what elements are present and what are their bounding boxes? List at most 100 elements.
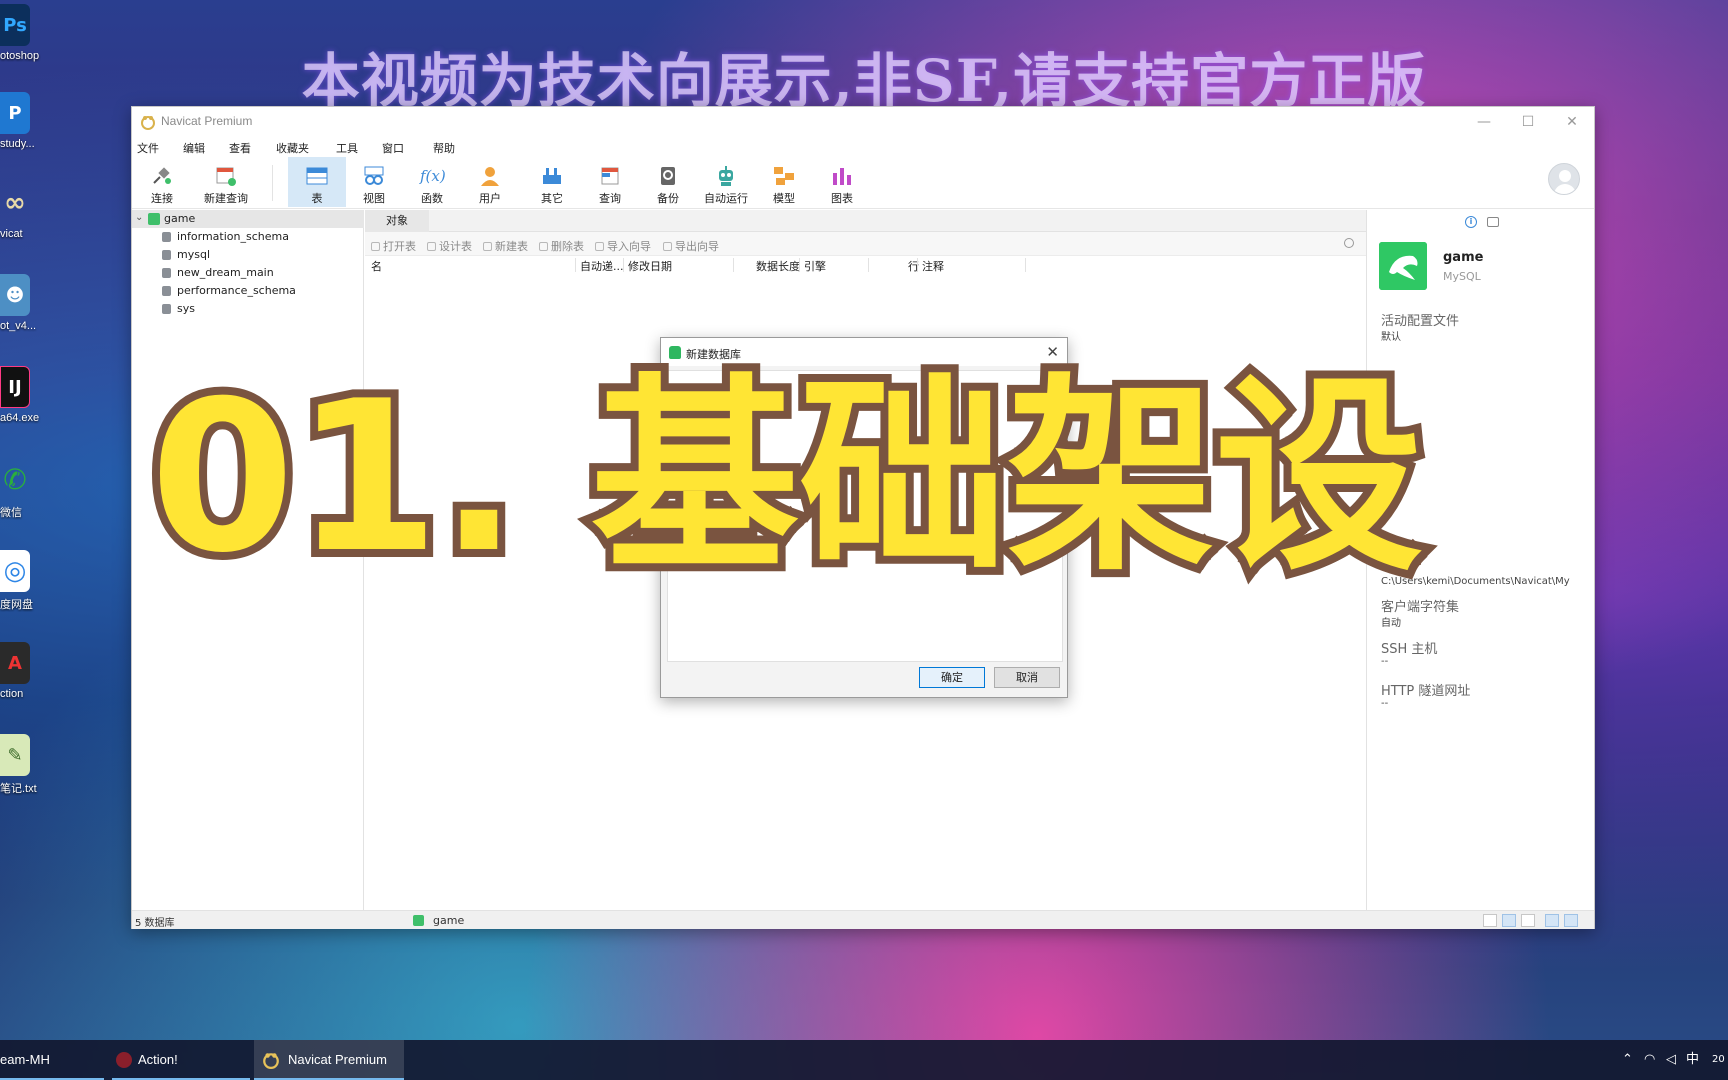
desktop-icon-label: study...	[0, 138, 35, 150]
toolbar-query-button[interactable]: 查询	[584, 157, 636, 207]
new-table-button[interactable]: 新建表	[483, 238, 528, 254]
nav-pane-toggle-icon[interactable]	[1545, 914, 1559, 927]
clock[interactable]: 20	[1712, 1040, 1725, 1080]
desktop-icon-wechat[interactable]: ✆ 微信	[0, 454, 48, 538]
cancel-button[interactable]: 取消	[994, 667, 1060, 688]
desktop-icon-photoshop[interactable]: Ps otoshop	[0, 0, 48, 84]
close-button[interactable]: ✕	[1550, 107, 1594, 137]
table-icon	[306, 167, 328, 185]
toolbar-view-button[interactable]: 视图	[348, 157, 400, 207]
toolbar-connect-button[interactable]: 连接	[136, 157, 188, 207]
toolbar-new-query-button[interactable]: 新建查询	[194, 157, 258, 207]
column-divider	[868, 258, 869, 272]
new-table-label: 新建表	[495, 240, 528, 253]
wifi-icon[interactable]: ◠	[1644, 1040, 1655, 1080]
user-avatar[interactable]	[1548, 163, 1580, 195]
column-divider	[917, 258, 918, 272]
tree-db-label: sys	[177, 302, 195, 315]
toolbar-backup-button[interactable]: 备份	[642, 157, 694, 207]
photoshop-icon: Ps	[0, 4, 30, 46]
view-icon	[364, 166, 384, 185]
column-name[interactable]: 名	[371, 258, 382, 274]
grid-view-icon[interactable]	[1483, 914, 1497, 927]
menu-help[interactable]: 帮助	[433, 140, 455, 156]
desktop-icon-idea[interactable]: IJ a64.exe	[0, 362, 48, 446]
column-comment[interactable]: 注释	[922, 258, 944, 274]
column-divider	[623, 258, 624, 272]
chevron-up-icon[interactable]: ⌃	[1622, 1040, 1633, 1080]
desktop-icon-label: 微信	[0, 507, 22, 519]
desktop-icon-label: ot_v4...	[0, 320, 37, 332]
toolbar-user-button[interactable]: 用户	[464, 157, 516, 207]
connection-type: MySQL	[1443, 270, 1481, 283]
design-table-button[interactable]: 设计表	[427, 238, 472, 254]
desktop-icon-godot[interactable]: ☻ ot_v4...	[0, 270, 48, 354]
chevron-down-icon[interactable]: ⌄	[135, 212, 143, 223]
tree-db-performance-schema[interactable]: performance_schema	[132, 282, 364, 300]
minimize-button[interactable]: —	[1462, 107, 1506, 137]
ok-button[interactable]: 确定	[919, 667, 985, 688]
info-icon[interactable]: i	[1465, 216, 1477, 228]
mysql-dolphin-icon	[1379, 242, 1427, 290]
object-toolbar: 打开表 设计表 新建表 删除表 导入向导 导出向导	[365, 232, 1366, 256]
detail-view-icon[interactable]	[1521, 914, 1535, 927]
tree-db-information-schema[interactable]: information_schema	[132, 228, 364, 246]
menu-favorites[interactable]: 收藏夹	[276, 140, 309, 156]
tab-objects[interactable]: 对象	[365, 210, 429, 232]
taskbar-item-navicat[interactable]: Navicat Premium	[254, 1040, 404, 1080]
desktop-icon-action[interactable]: A ction	[0, 638, 48, 722]
toolbar-table-button[interactable]: 表	[288, 157, 346, 207]
desktop-icon-navicat[interactable]: ∞ vicat	[0, 178, 48, 262]
tree-db-new-dream-main[interactable]: new_dream_main	[132, 264, 364, 282]
connection-name: game	[1443, 250, 1484, 265]
database-icon	[162, 304, 171, 314]
column-data-length[interactable]: 数据长度	[756, 258, 800, 274]
table-column-header: 名 自动递... 修改日期 数据长度 引擎 行 注释	[365, 256, 1366, 274]
info-pane-toggle-icon[interactable]	[1564, 914, 1578, 927]
column-engine[interactable]: 引擎	[804, 258, 826, 274]
status-connection: game	[433, 914, 465, 927]
column-divider	[575, 258, 576, 272]
toolbar-automation-button[interactable]: 自动运行	[700, 157, 752, 207]
toolbar-other-button[interactable]: 其它	[526, 157, 578, 207]
import-wizard-button[interactable]: 导入向导	[595, 238, 651, 254]
toolbar-function-button[interactable]: f(x) 函数	[406, 157, 458, 207]
desktop-icons: Ps otoshop P study... ∞ vicat ☻ ot_v4...…	[0, 0, 48, 1040]
menu-file[interactable]: 文件	[137, 140, 159, 156]
tree-connection-game[interactable]: ⌄ game	[132, 210, 364, 228]
desktop-icon-phpstudy[interactable]: P study...	[0, 88, 48, 172]
column-divider	[733, 258, 734, 272]
title-bar[interactable]: Navicat Premium — ☐ ✕	[132, 107, 1594, 137]
menu-window[interactable]: 窗口	[382, 140, 404, 156]
desktop-icon-baidunetdisk[interactable]: ◎ 度网盘	[0, 546, 48, 630]
phpstudy-icon: P	[0, 92, 30, 134]
menu-view[interactable]: 查看	[229, 140, 251, 156]
search-icon[interactable]	[1344, 238, 1354, 248]
toolbar-chart-button[interactable]: 图表	[816, 157, 868, 207]
list-view-icon[interactable]	[1502, 914, 1516, 927]
maximize-button[interactable]: ☐	[1506, 107, 1550, 137]
menu-edit[interactable]: 编辑	[183, 140, 205, 156]
desktop-icon-label: 度网盘	[0, 599, 33, 611]
ime-indicator[interactable]: 中	[1686, 1040, 1699, 1080]
toolbar-label: 模型	[773, 192, 795, 205]
taskbar-item-action[interactable]: Action!	[112, 1040, 250, 1080]
taskbar-item-label: eam-MH	[0, 1052, 50, 1067]
delete-table-button[interactable]: 删除表	[539, 238, 584, 254]
volume-icon[interactable]: ◁	[1666, 1040, 1676, 1080]
toolbar-label: 新建查询	[204, 192, 248, 205]
tree-db-sys[interactable]: sys	[132, 300, 364, 318]
function-icon: f(x)	[420, 167, 446, 185]
export-wizard-button[interactable]: 导出向导	[663, 238, 719, 254]
taskbar-item-dream[interactable]: eam-MH	[0, 1040, 104, 1080]
tree-db-mysql[interactable]: mysql	[132, 246, 364, 264]
column-modified-date[interactable]: 修改日期	[628, 258, 672, 274]
toolbar-label: 视图	[363, 192, 385, 205]
column-auto-increment[interactable]: 自动递...	[580, 258, 624, 274]
tree-db-label: information_schema	[177, 230, 289, 243]
ddl-icon[interactable]	[1487, 217, 1499, 227]
toolbar-model-button[interactable]: 模型	[758, 157, 810, 207]
desktop-icon-notes[interactable]: ✎ 笔记.txt	[0, 730, 48, 814]
open-table-button[interactable]: 打开表	[371, 238, 416, 254]
menu-tools[interactable]: 工具	[336, 140, 358, 156]
